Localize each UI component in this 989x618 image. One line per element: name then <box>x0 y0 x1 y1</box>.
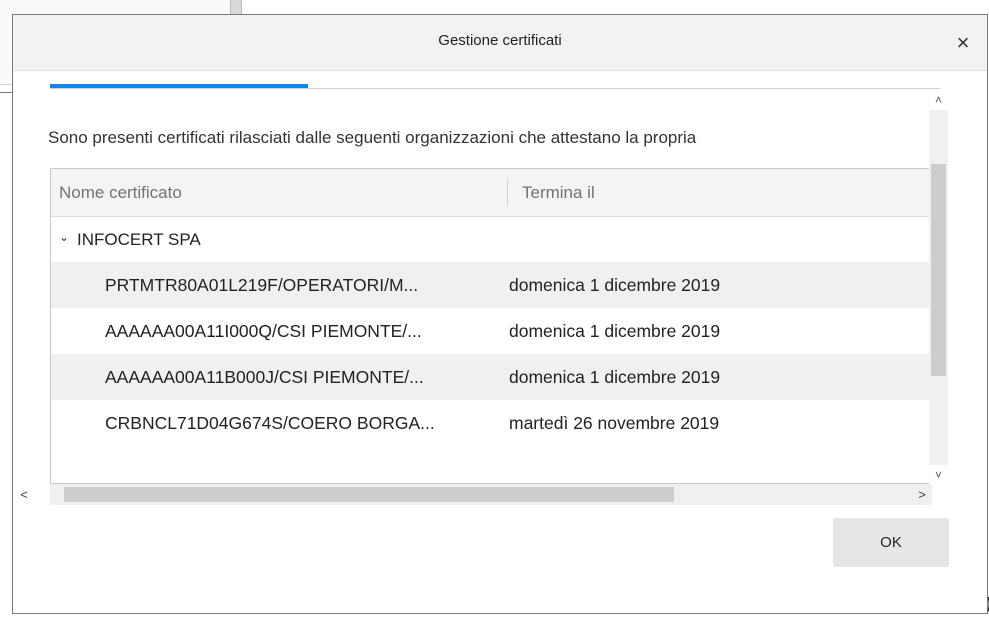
tab-active-indicator[interactable] <box>50 84 308 88</box>
scroll-up-icon[interactable]: ˄ <box>929 90 948 110</box>
table-row[interactable]: PRTMTR80A01L219F/OPERATORI/M... domenica… <box>51 262 932 308</box>
certificate-table: Nome certificato Termina il ⌄ INFOCERT S… <box>50 168 932 484</box>
certificate-expires: martedì 26 novembre 2019 <box>509 413 720 433</box>
horizontal-scroll-thumb[interactable] <box>64 487 674 502</box>
intro-text: Sono presenti certificati rilasciati dal… <box>48 128 697 147</box>
certificate-expires: domenica 1 dicembre 2019 <box>509 321 721 341</box>
dialog-title: Gestione certificati <box>438 32 562 49</box>
close-button[interactable]: × <box>939 15 987 70</box>
table-row[interactable]: CRBNCL71D04G674S/COERO BORGA... martedì … <box>51 400 932 446</box>
ok-button[interactable]: OK <box>833 518 949 567</box>
scroll-down-icon[interactable]: ˅ <box>929 465 948 485</box>
certificate-expires: domenica 1 dicembre 2019 <box>509 275 721 295</box>
group-label: INFOCERT SPA <box>77 230 201 249</box>
table-row[interactable]: AAAAAA00A11B000J/CSI PIEMONTE/... domeni… <box>51 354 932 400</box>
column-divider[interactable] <box>507 179 508 206</box>
certificate-name: CRBNCL71D04G674S/COERO BORGA... <box>105 413 435 433</box>
background-scrollbar <box>230 0 242 14</box>
dialog-titlebar: Gestione certificati × <box>13 15 987 71</box>
certificate-expires: domenica 1 dicembre 2019 <box>509 367 721 387</box>
certificate-name: AAAAAA00A11I000Q/CSI PIEMONTE/... <box>105 321 422 341</box>
column-header-name[interactable]: Nome certificato <box>59 183 182 203</box>
vertical-scroll-thumb[interactable] <box>931 164 946 376</box>
scroll-left-icon[interactable]: < <box>14 484 34 505</box>
vertical-scrollbar[interactable]: ˄ ˅ <box>929 90 948 485</box>
table-header: Nome certificato Termina il <box>51 169 932 217</box>
certificate-name: AAAAAA00A11B000J/CSI PIEMONTE/... <box>105 367 424 387</box>
tab-strip-divider <box>50 88 940 89</box>
scroll-right-icon[interactable]: > <box>912 484 932 505</box>
certificate-name: PRTMTR80A01L219F/OPERATORI/M... <box>105 275 419 295</box>
table-row[interactable]: AAAAAA00A11I000Q/CSI PIEMONTE/... domeni… <box>51 308 932 354</box>
chevron-down-icon[interactable]: ⌄ <box>59 230 69 244</box>
column-header-expires[interactable]: Termina il <box>522 183 595 203</box>
close-icon: × <box>956 29 970 55</box>
horizontal-scrollbar[interactable]: < > <box>20 484 932 505</box>
group-row-infocert[interactable]: ⌄ INFOCERT SPA <box>51 217 932 262</box>
